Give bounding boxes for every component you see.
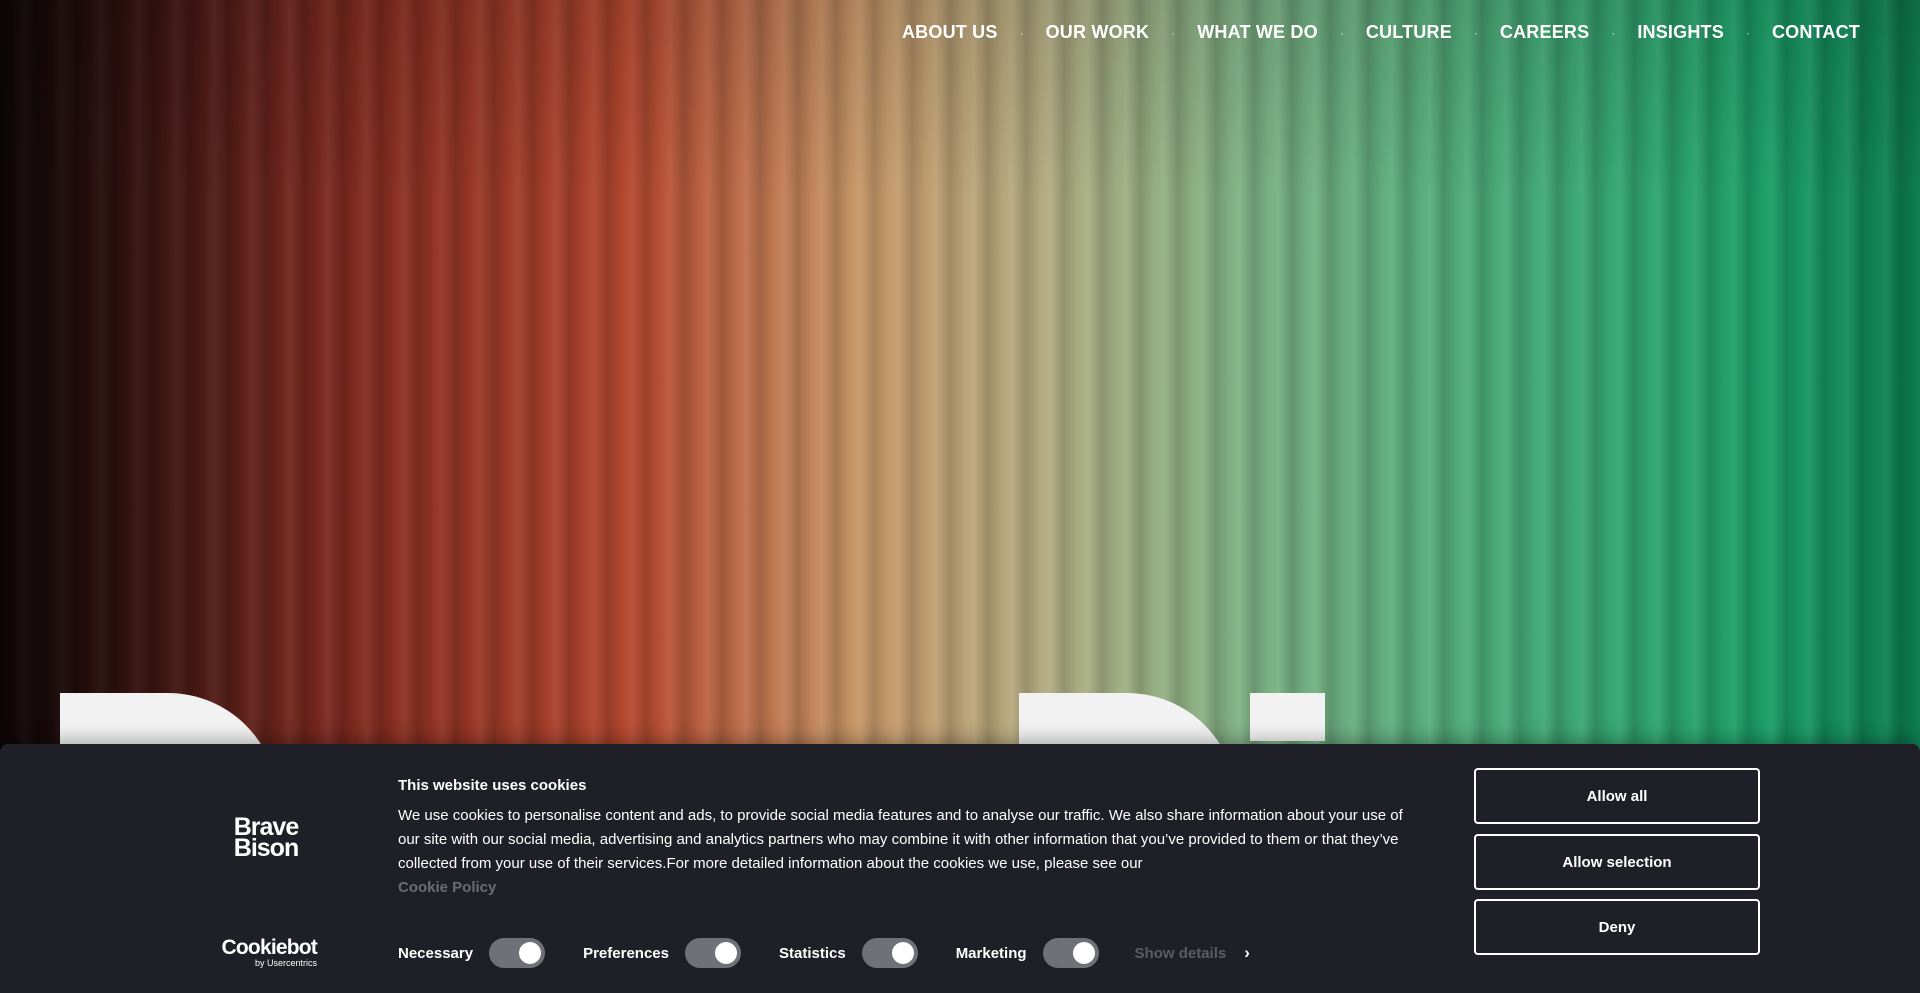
marketing-switch[interactable]	[1042, 938, 1099, 968]
nav-our-work[interactable]: OUR WORK	[1046, 22, 1150, 43]
nav-about-us[interactable]: ABOUT US	[902, 22, 998, 43]
cookiebot-logo-sub: by Usercentrics	[254, 958, 317, 968]
show-details-label: Show details	[1134, 944, 1227, 962]
main-nav: ABOUT US · OUR WORK · WHAT WE DO · CULTU…	[902, 22, 1860, 43]
preferences-switch[interactable]	[684, 938, 741, 968]
switch-knob	[519, 942, 542, 964]
cookie-title: This website uses cookies	[398, 777, 587, 794]
cookie-policy-link[interactable]: Cookie Policy	[398, 879, 496, 896]
cookie-description-text: We use cookies to personalise content an…	[398, 807, 1403, 872]
nav-separator: ·	[1339, 25, 1344, 40]
nav-careers[interactable]: CAREERS	[1500, 22, 1589, 43]
nav-what-we-do[interactable]: WHAT WE DO	[1197, 22, 1318, 43]
hero-letter-shape	[1250, 693, 1325, 741]
toggle-statistics: Statistics	[779, 938, 918, 968]
cookie-banner: Brave Bison Cookiebot by Usercentrics Th…	[0, 744, 1920, 993]
nav-separator: ·	[1745, 25, 1750, 40]
nav-insights[interactable]: INSIGHTS	[1637, 22, 1724, 43]
necessary-switch[interactable]	[489, 938, 546, 968]
brand-logo-text: Brave Bison	[233, 813, 299, 862]
nav-separator: ·	[1611, 25, 1616, 40]
allow-selection-button[interactable]: Allow selection	[1474, 834, 1760, 890]
statistics-switch[interactable]	[861, 938, 918, 968]
toggle-necessary: Necessary	[398, 938, 546, 968]
toggle-label: Preferences	[583, 944, 669, 962]
cookiebot-logo-text: Cookiebot	[221, 936, 318, 959]
cookiebot-logo[interactable]: Cookiebot by Usercentrics	[213, 936, 318, 968]
toggle-label: Statistics	[778, 944, 846, 962]
toggle-marketing: Marketing	[956, 938, 1099, 968]
nav-culture[interactable]: CULTURE	[1366, 22, 1452, 43]
switch-knob	[1072, 942, 1095, 964]
nav-separator: ·	[1473, 25, 1478, 40]
nav-contact[interactable]: CONTACT	[1772, 22, 1860, 43]
nav-separator: ·	[1171, 25, 1176, 40]
consent-toggles: Necessary Preferences Statistics Marketi…	[398, 938, 1250, 968]
toggle-label: Necessary	[398, 944, 474, 962]
switch-knob	[714, 942, 737, 964]
nav-separator: ·	[1019, 25, 1024, 40]
chevron-right-icon: ›	[1244, 943, 1250, 962]
deny-button[interactable]: Deny	[1474, 899, 1760, 955]
toggle-preferences: Preferences	[583, 938, 741, 968]
allow-all-button[interactable]: Allow all	[1474, 768, 1760, 824]
show-details-link[interactable]: Show details ›	[1135, 943, 1250, 963]
cookie-description: We use cookies to personalise content an…	[398, 804, 1418, 900]
toggle-label: Marketing	[955, 944, 1027, 962]
switch-knob	[891, 942, 914, 964]
brave-bison-logo: Brave Bison	[220, 815, 312, 861]
